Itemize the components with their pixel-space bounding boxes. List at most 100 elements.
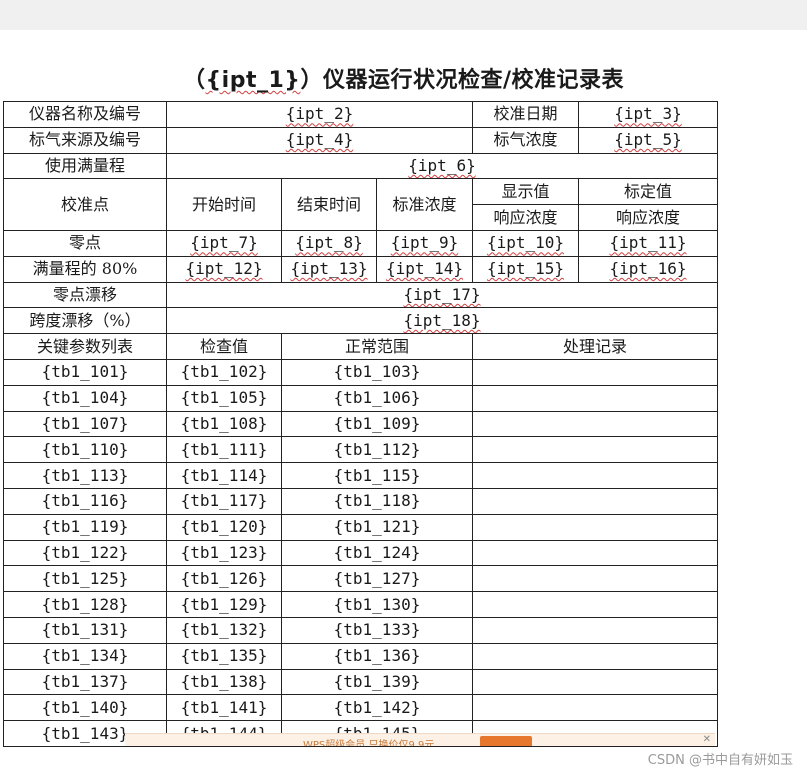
display-response-placeholder: {ipt_10} [486,233,565,253]
calibration-date-label: 校准日期 [472,101,579,128]
end-time-placeholder: {ipt_8} [295,233,363,253]
start-time-cell[interactable]: {ipt_12} [166,255,282,283]
handling-record-cell[interactable] [472,694,718,722]
parameter-range-cell[interactable]: {tb1_103} [281,358,473,386]
parameter-name-cell[interactable]: {tb1_134} [3,642,167,670]
parameter-check-cell[interactable]: {tb1_114} [166,462,282,489]
parameter-check-cell[interactable]: {tb1_135} [166,642,282,670]
parameter-placeholder: {tb1_108} [180,413,268,433]
standard-concentration-cell[interactable]: {ipt_9} [376,229,473,257]
parameter-range-cell[interactable]: {tb1_124} [281,539,473,567]
gas-concentration-placeholder: {ipt_5} [614,130,682,150]
calibration-date-value[interactable]: {ipt_3} [578,101,718,128]
parameter-range-cell[interactable]: {tb1_118} [281,487,473,515]
parameter-check-cell[interactable]: {tb1_126} [166,565,282,593]
parameter-placeholder: {tb1_126} [180,568,268,588]
parameter-range-cell[interactable]: {tb1_130} [281,591,473,618]
parameter-name-cell[interactable]: {tb1_113} [3,462,167,489]
csdn-watermark: CSDN @书中自有妍如玉 [645,749,795,768]
standard-concentration-cell[interactable]: {ipt_14} [376,255,473,283]
parameter-range-cell[interactable]: {tb1_106} [281,384,473,412]
parameter-range-cell[interactable]: {tb1_115} [281,462,473,489]
handling-record-cell[interactable] [472,539,718,567]
handling-record-cell[interactable] [472,642,718,670]
parameter-name-cell[interactable]: {tb1_104} [3,384,167,412]
handling-record-cell[interactable] [472,410,718,438]
display-response-cell[interactable]: {ipt_10} [472,229,579,257]
parameter-check-cell[interactable]: {tb1_102} [166,358,282,386]
handling-record-cell[interactable] [472,436,718,464]
parameter-name-cell[interactable]: {tb1_140} [3,694,167,722]
instrument-name-value[interactable]: {ipt_2} [166,101,473,128]
full-scale-value[interactable]: {ipt_6} [166,152,718,180]
gas-source-value[interactable]: {ipt_4} [166,126,473,154]
display-response-cell[interactable]: {ipt_15} [472,255,579,283]
parameter-row: {tb1_110} {tb1_111} {tb1_112} [3,436,718,464]
calibrated-response-cell[interactable]: {ipt_16} [578,255,718,283]
parameter-placeholder: {tb1_141} [180,697,268,717]
parameter-name-cell[interactable]: {tb1_119} [3,513,167,541]
close-icon[interactable]: ✕ [703,734,711,745]
parameter-name-cell[interactable]: {tb1_110} [3,436,167,464]
calibrated-response-placeholder: {ipt_16} [609,259,687,279]
handling-record-cell[interactable] [472,591,718,618]
parameter-range-cell[interactable]: {tb1_139} [281,668,473,696]
parameter-name-cell[interactable]: {tb1_125} [3,565,167,593]
calibration-row-zero: 零点 {ipt_7} {ipt_8} {ipt_9} {ipt_10} {ipt… [3,229,718,257]
handling-record-cell[interactable] [472,358,718,386]
parameter-name-cell[interactable]: {tb1_137} [3,668,167,696]
standard-concentration-placeholder: {ipt_14} [385,259,464,279]
parameter-check-cell[interactable]: {tb1_105} [166,384,282,412]
parameter-range-cell[interactable]: {tb1_127} [281,565,473,593]
parameter-check-cell[interactable]: {tb1_111} [166,436,282,464]
handling-record-cell[interactable] [472,384,718,412]
end-time-header: 结束时间 [281,178,377,231]
handling-record-cell[interactable] [472,668,718,696]
parameter-placeholder: {tb1_123} [180,542,268,562]
parameter-check-cell[interactable]: {tb1_108} [166,410,282,438]
handling-record-cell[interactable] [472,513,718,541]
parameter-check-cell[interactable]: {tb1_117} [166,487,282,515]
end-time-cell[interactable]: {ipt_8} [281,229,377,257]
parameter-name-cell[interactable]: {tb1_128} [3,591,167,618]
wps-promo-bar[interactable]: WPS超级会员 只换价仅9.9元 ✕ [125,733,715,746]
parameter-range-cell[interactable]: {tb1_133} [281,616,473,644]
handling-record-cell[interactable] [472,565,718,593]
parameter-check-cell[interactable]: {tb1_123} [166,539,282,567]
gas-concentration-value[interactable]: {ipt_5} [578,126,718,154]
parameter-placeholder: {tb1_130} [333,594,421,614]
calibrated-response-cell[interactable]: {ipt_11} [578,229,718,257]
parameter-name-cell[interactable]: {tb1_131} [3,616,167,644]
parameter-check-cell[interactable]: {tb1_129} [166,591,282,618]
handling-record-cell[interactable] [472,616,718,644]
handling-record-cell[interactable] [472,462,718,489]
parameter-name-cell[interactable]: {tb1_122} [3,539,167,567]
parameter-range-cell[interactable]: {tb1_112} [281,436,473,464]
span-drift-value[interactable]: {ipt_18} [166,307,718,335]
document-page: （{ipt_1}）仪器运行状况检查/校准记录表 仪器名称及编号 {ipt_2} … [0,30,807,768]
parameter-placeholder: {tb1_110} [41,439,129,459]
parameter-range-cell[interactable]: {tb1_142} [281,694,473,722]
end-time-cell[interactable]: {ipt_13} [281,255,377,283]
calibrated-response-header: 响应浓度 [578,204,718,231]
parameter-name-cell[interactable]: {tb1_116} [3,487,167,515]
parameter-placeholder: {tb1_104} [41,388,129,408]
parameter-placeholder: {tb1_127} [333,568,421,588]
parameter-check-cell[interactable]: {tb1_132} [166,616,282,644]
zero-drift-value[interactable]: {ipt_17} [166,281,718,309]
parameter-placeholder: {tb1_107} [41,413,129,433]
start-time-cell[interactable]: {ipt_7} [166,229,282,257]
parameter-placeholder: {tb1_133} [333,620,421,640]
parameter-name-cell[interactable]: {tb1_101} [3,358,167,386]
parameter-range-cell[interactable]: {tb1_109} [281,410,473,438]
parameter-placeholder: {tb1_137} [41,671,129,691]
parameter-check-cell[interactable]: {tb1_141} [166,694,282,722]
handling-record-cell[interactable] [472,487,718,515]
parameter-check-cell[interactable]: {tb1_120} [166,513,282,541]
parameter-name-cell[interactable]: {tb1_107} [3,410,167,438]
parameter-range-cell[interactable]: {tb1_136} [281,642,473,670]
span-drift-row: 跨度漂移（%） {ipt_18} [3,307,718,335]
parameter-range-cell[interactable]: {tb1_121} [281,513,473,541]
parameter-check-cell[interactable]: {tb1_138} [166,668,282,696]
parameter-row: {tb1_101} {tb1_102} {tb1_103} [3,358,718,386]
